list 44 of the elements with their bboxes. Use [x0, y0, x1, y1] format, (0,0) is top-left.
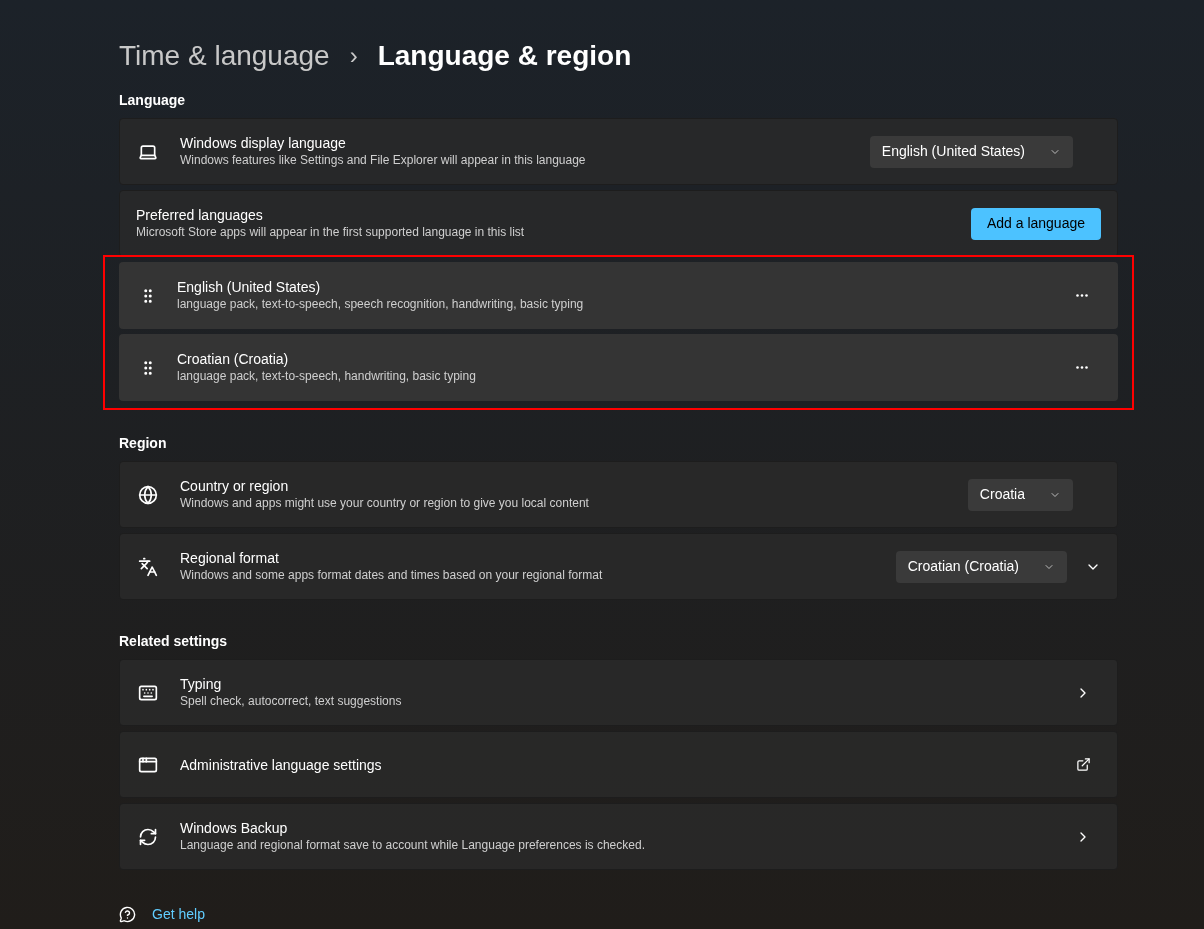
section-heading: Region	[119, 434, 168, 452]
setting-card[interactable]: Windows Backup Language and regional format save to account while Language preferences is checked.	[119, 803, 1118, 870]
dropdown[interactable]: Croatia	[967, 478, 1073, 511]
section-heading: Language	[119, 91, 187, 109]
breadcrumb-parent[interactable]: Time & language	[119, 35, 330, 77]
language-icon	[138, 556, 158, 577]
setting-card[interactable]: Typing Spell check, autocorrect, text suggestions	[119, 659, 1118, 726]
setting-title: Regional format	[180, 549, 280, 567]
more-icon	[1076, 366, 1088, 369]
setting-title: Administrative language settings	[180, 755, 383, 774]
help-icon	[119, 906, 136, 923]
section-heading: Related settings	[119, 632, 229, 650]
language-features: language pack, text-to-speech, handwriting, basic typing	[177, 368, 477, 385]
language-item[interactable]: English (United States) language pack, text-to-speech, speech recognition, handwriting, basic typing	[119, 262, 1118, 329]
more-icon	[1076, 294, 1088, 297]
language-features: language pack, text-to-speech, speech recognition, handwriting, basic typing	[177, 296, 585, 313]
dropdown[interactable]: English (United States)	[869, 135, 1073, 168]
breadcrumb-separator: ›	[349, 41, 358, 71]
setting-card[interactable]: Windows display language Windows features like Settings and File Explorer will appear in this language English (United States)	[119, 118, 1118, 185]
dropdown[interactable]: Croatian (Croatia)	[895, 550, 1067, 583]
get-help-link[interactable]: Get help	[152, 904, 205, 925]
setting-description: Windows and some apps format dates and times based on your regional format	[180, 567, 604, 584]
add-language-button[interactable]: Add a language	[970, 207, 1101, 240]
sync-icon	[138, 826, 158, 847]
setting-card[interactable]: Country or region Windows and apps might use your country or region to give you local content Croatia	[119, 461, 1118, 528]
language-name: English (United States)	[177, 278, 322, 296]
setting-title: Typing	[180, 675, 223, 693]
setting-card[interactable]: Regional format Windows and some apps format dates and times based on your regional format Croatian (Croatia)	[119, 533, 1118, 600]
setting-description: Spell check, autocorrect, text suggestions	[180, 693, 403, 710]
setting-description: Windows and apps might use your country or region to give you local content	[180, 495, 590, 512]
setting-title: Preferred languages	[136, 206, 264, 224]
setting-description: Windows features like Settings and File Explorer will appear in this language	[180, 152, 587, 169]
setting-title: Windows display language	[180, 134, 347, 152]
language-name: Croatian (Croatia)	[177, 350, 290, 368]
setting-description: Microsoft Store apps will appear in the first supported language in this list	[136, 224, 526, 241]
setting-card[interactable]: Administrative language settings	[119, 731, 1118, 798]
globe-icon	[138, 484, 158, 505]
setting-title: Windows Backup	[180, 819, 289, 837]
external-link-icon	[1076, 757, 1091, 772]
setting-title: Country or region	[180, 477, 290, 495]
language-item[interactable]: Croatian (Croatia) language pack, text-to-speech, handwriting, basic typing	[119, 334, 1118, 401]
setting-description: Language and regional format save to account while Language preferences is checked.	[180, 837, 646, 854]
setting-card[interactable]: Preferred languages Microsoft Store apps will appear in the first supported language in this list Add a language	[119, 190, 1118, 257]
page-title: Language & region	[377, 39, 632, 73]
